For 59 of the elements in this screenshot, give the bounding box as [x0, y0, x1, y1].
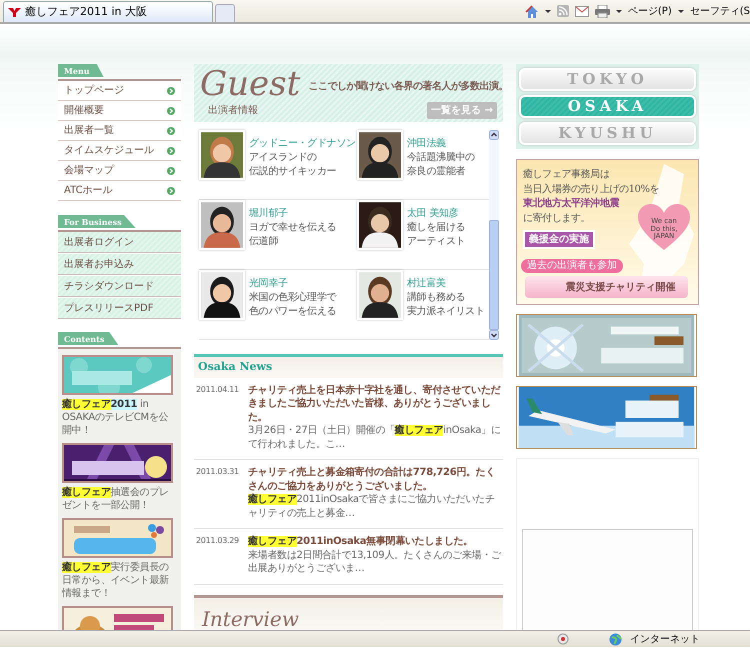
speech-bubble: 過去の出演者も参加: [521, 259, 623, 273]
scroll-thumb[interactable]: [489, 220, 499, 330]
section-header: Osaka News: [194, 354, 503, 378]
heart-icon: [638, 204, 690, 252]
guest-description: 癒しを届ける アーティスト: [407, 221, 466, 249]
section-title: Guest: [200, 66, 300, 102]
donation-button[interactable]: 義援金の実施: [523, 230, 595, 249]
section-header: Contents: [58, 332, 118, 345]
scroll-up-button[interactable]: [489, 130, 499, 140]
home-icon[interactable]: [524, 4, 539, 18]
news-date: 2011.04.11: [196, 384, 240, 396]
caret-icon[interactable]: [544, 10, 551, 12]
browser-tab[interactable]: 癒しフェア2011 in 大阪: [3, 1, 213, 22]
mail-icon[interactable]: [574, 6, 589, 16]
guest-description: アイスランドの 伝説的サイキッカー: [249, 151, 338, 179]
news-summary: 来場者数は2日間合計で13,109人。たくさんのご来場・ご出展ありがとうございま…: [248, 548, 501, 576]
news-title[interactable]: チャリティ売上と募金箱寄付の合計は778,726円。たくさんのご協力をありがとうございました。: [248, 466, 501, 493]
arrow-icon: [167, 146, 175, 154]
message-line: 当日入場券の売り上げの10%を: [523, 182, 660, 196]
caret-icon[interactable]: [678, 10, 684, 12]
guest-description: ヨガで幸せを伝える 伝道師: [249, 221, 336, 249]
arrow-icon: [167, 106, 175, 114]
news-title[interactable]: チャリティ売上を日本赤十字社を通し、寄付させていただきましたご協力いただいた皆様、ありがとうございました。: [248, 384, 501, 424]
news-date: 2011.03.29: [196, 535, 240, 547]
site-icon: [8, 7, 21, 17]
arrow-icon: [167, 86, 175, 94]
guest-description: 今話題沸騰中の 奈良の霊能者: [407, 151, 475, 179]
section-header: For Business: [58, 215, 136, 228]
news-summary: 癒しフェア2011inOsakaで皆さまにご協力いただいたチャリティの売上と募金…: [248, 493, 496, 520]
section-header: Menu: [58, 64, 104, 77]
banner-caption: 癒しフェア2011 in OSAKAのテレビCMを公開中！: [62, 398, 170, 437]
guest-description: 米国の色彩心理学で 色のパワーを伝える: [249, 291, 336, 319]
globe-icon: [609, 632, 622, 646]
menu-link[interactable]: トップページ: [58, 81, 181, 101]
news-title[interactable]: 癒しフェア2011inOsaka無事閉幕いたしました。: [248, 535, 501, 548]
section-subtitle: 出演者情報: [207, 104, 258, 118]
tagline: ここでしか聞けない各界の著名人が多数出演。: [308, 80, 508, 94]
message-line: 東北地方太平洋沖地震: [523, 197, 620, 211]
charity-event-button[interactable]: 震災支援チャリティ開催: [525, 276, 688, 298]
message-line: に寄付します。: [523, 212, 590, 226]
guest-name[interactable]: 沖田法義: [407, 136, 475, 151]
security-zone: インターネット: [630, 632, 701, 646]
menu-link[interactable]: 出展者お申込み: [58, 254, 181, 275]
menu-link[interactable]: チラシダウンロード: [58, 276, 181, 297]
toolbar-menu[interactable]: ページ(P): [628, 4, 672, 18]
menu-link[interactable]: プレスリリースPDF: [58, 298, 181, 319]
arrow-icon: [167, 186, 175, 194]
guest-description: 講師も務める 実力派ネイリスト: [407, 291, 485, 319]
news-date: 2011.03.31: [196, 466, 240, 478]
arrow-icon: [167, 126, 175, 134]
section-header: Interview: [194, 594, 503, 630]
print-icon[interactable]: [594, 4, 610, 18]
message-line: 癒しフェア事務局は: [523, 168, 610, 182]
menu-link[interactable]: 出展者ログイン: [58, 232, 181, 253]
scroll-down-button[interactable]: [489, 330, 499, 340]
toolbar-menu[interactable]: セーフティ(S: [690, 4, 750, 18]
menu-link[interactable]: 開催概要: [58, 101, 181, 121]
caret-icon[interactable]: [616, 10, 622, 12]
arrow-icon: [167, 166, 175, 174]
